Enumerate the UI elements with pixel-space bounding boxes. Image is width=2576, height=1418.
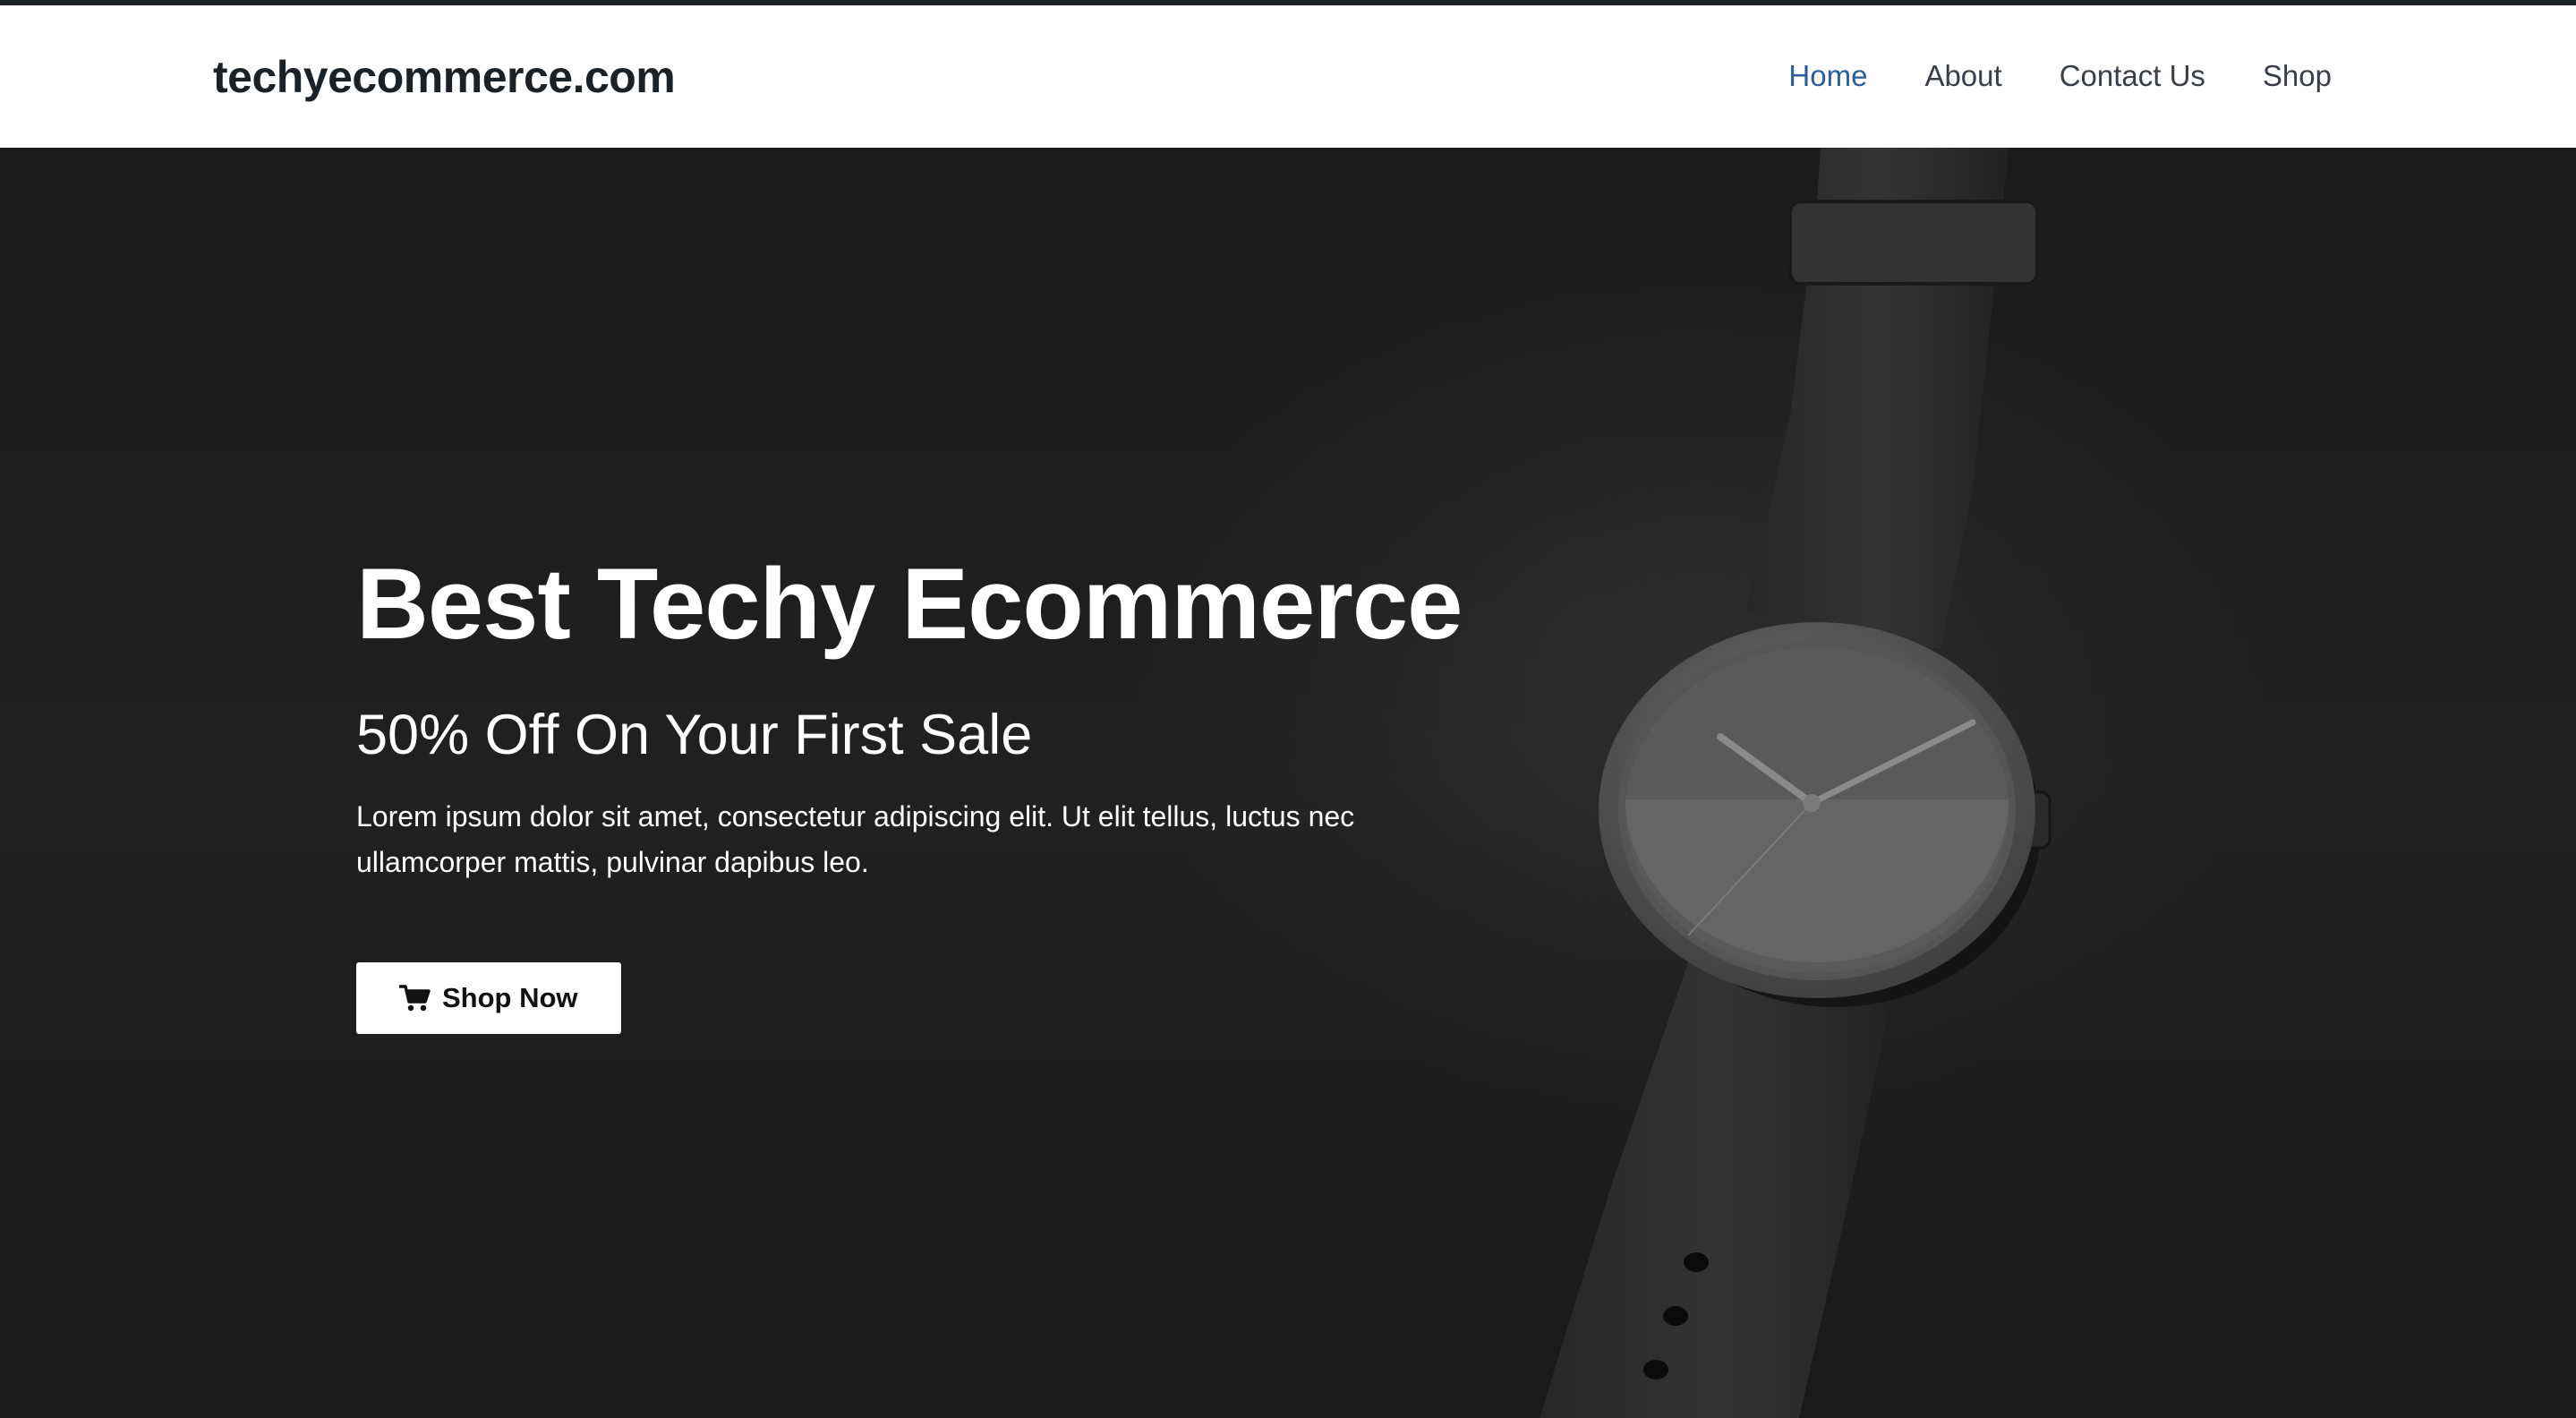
watch-strap-hole <box>1684 1252 1709 1272</box>
nav-link-home[interactable]: Home <box>1788 56 1867 97</box>
hero-section: Best Techy Ecommerce 50% Off On Your Fir… <box>0 148 2576 1418</box>
hero-content: Best Techy Ecommerce 50% Off On Your Fir… <box>356 548 1463 1034</box>
hero-heading: Best Techy Ecommerce <box>356 548 1463 660</box>
watch-strap-hole <box>1663 1306 1688 1326</box>
site-title[interactable]: techyecommerce.com <box>213 50 676 104</box>
nav-link-shop[interactable]: Shop <box>2263 56 2332 97</box>
hero-subheading: 50% Off On Your First Sale <box>356 704 1033 766</box>
nav-link-contact-us[interactable]: Contact Us <box>2060 56 2205 97</box>
nav-link-about[interactable]: About <box>1924 56 2001 97</box>
watch-strap-hole <box>1643 1360 1668 1380</box>
shop-now-label: Shop Now <box>442 982 578 1013</box>
watch-center-pin <box>1803 794 1821 812</box>
hero-description: Lorem ipsum dolor sit amet, consectetur … <box>356 800 1355 878</box>
shop-now-button[interactable]: Shop Now <box>356 962 621 1034</box>
site-header: techyecommerce.com Home About Contact Us… <box>0 5 2576 148</box>
shopping-cart-icon <box>399 985 431 1012</box>
main-navigation: Home About Contact Us Shop <box>1788 56 2332 97</box>
watch-strap-keeper <box>1788 200 2039 286</box>
